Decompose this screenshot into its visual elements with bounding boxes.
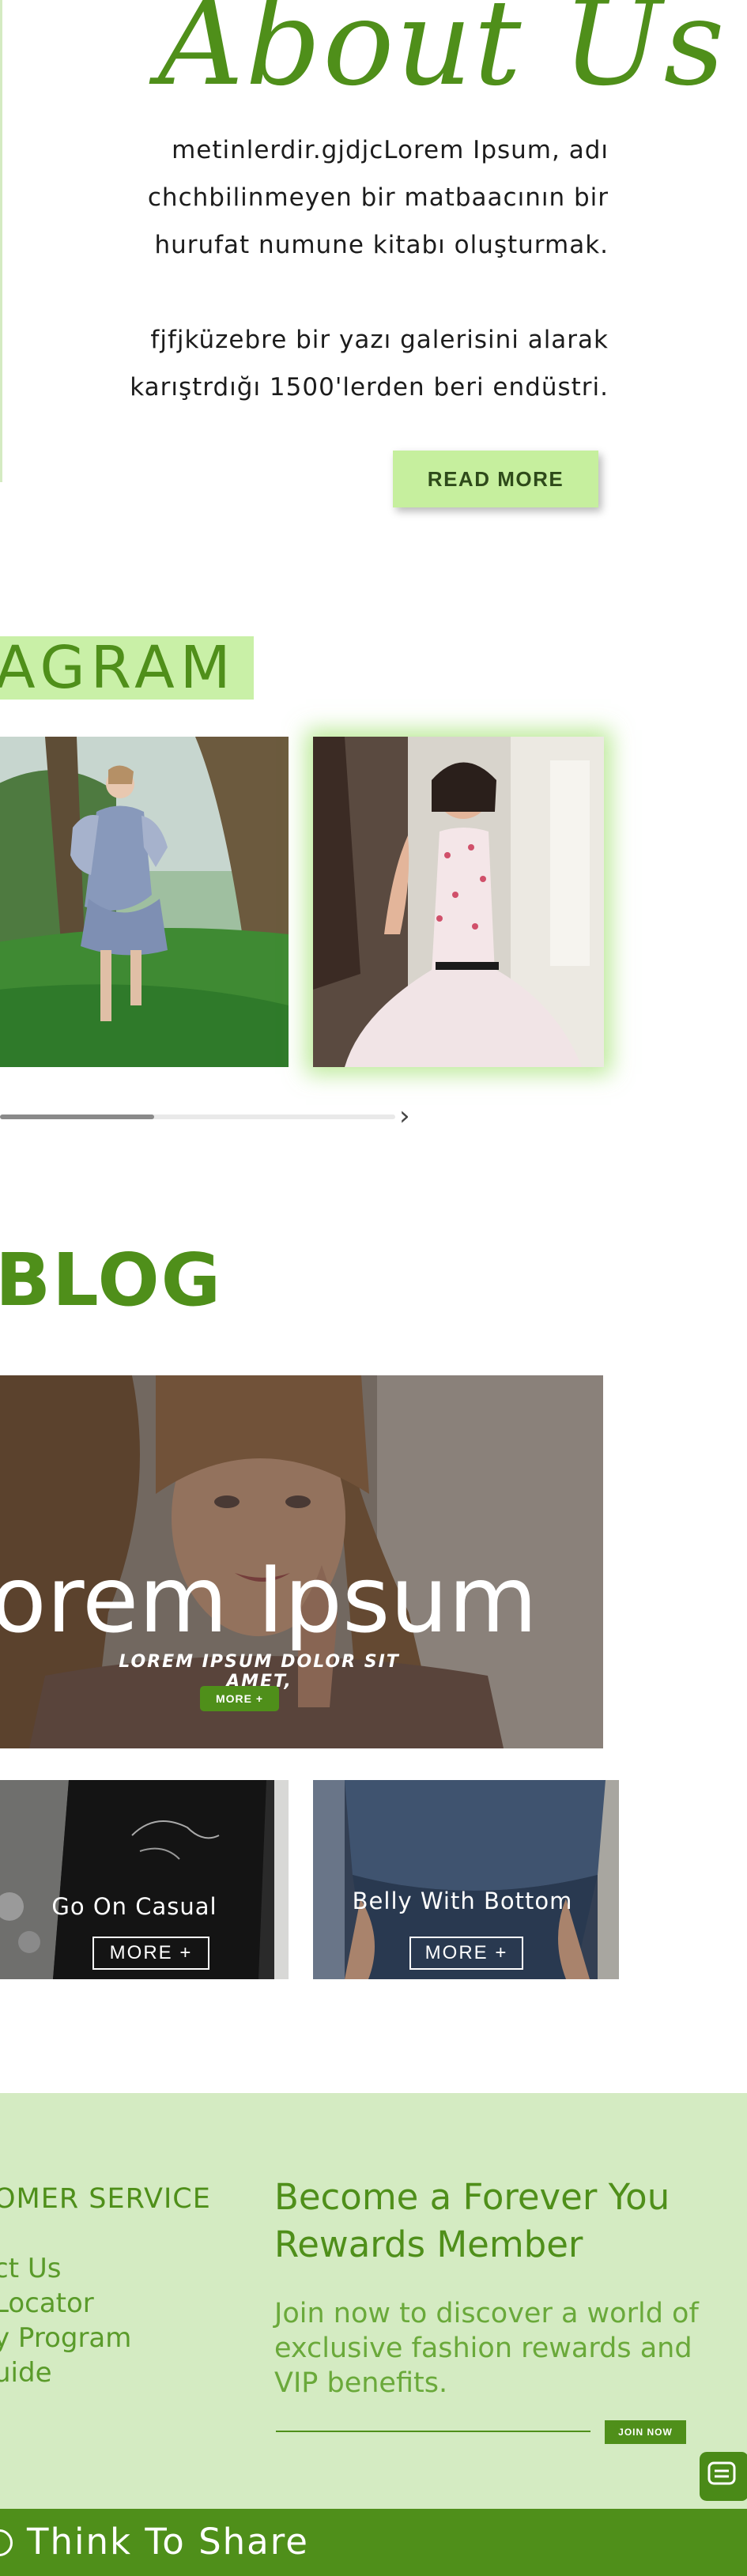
photo-1-image (0, 737, 289, 1067)
about-line-4: fjfjküzebre bir yazı galerisini alarak (150, 326, 609, 354)
customer-service-title: OMER SERVICE (0, 2183, 211, 2215)
about-line-3: hurufat numune kitabı oluşturmak. (154, 231, 609, 259)
rewards-description: Join now to discover a world of exclusiv… (274, 2298, 699, 2399)
join-now-button[interactable]: JOIN NOW (605, 2420, 686, 2444)
photo-2-image (313, 737, 604, 1067)
instagram-title: AGRAM (0, 636, 254, 700)
service-link-program[interactable]: y Program (0, 2321, 131, 2355)
carousel-scrollbar-thumb[interactable] (0, 1115, 154, 1119)
chat-icon (707, 2461, 736, 2485)
read-more-button[interactable]: READ MORE (393, 451, 598, 507)
blog-hero-more-button[interactable]: MORE + (200, 1686, 279, 1711)
blog-card-casual-title: Go On Casual (51, 1893, 217, 1920)
rewards-title: Become a Forever You Rewards Member (274, 2176, 670, 2265)
service-link-guide[interactable]: uide (0, 2355, 52, 2390)
blog-card-belly-title: Belly With Bottom (352, 1888, 573, 1914)
instagram-photo-1[interactable] (0, 737, 289, 1067)
blog-card-casual-more-button[interactable]: MORE + (92, 1937, 209, 1970)
instagram-photo-2[interactable] (313, 737, 604, 1067)
chevron-right-icon[interactable]: › (399, 1100, 410, 1132)
share-label[interactable]: Think To Share (27, 2518, 309, 2566)
blog-card-belly-more-button[interactable]: MORE + (409, 1937, 523, 1970)
blog-hero-title: orem Ipsum (0, 1547, 538, 1654)
about-line-2: chchbilinmeyen bir matbaacının bir (147, 183, 609, 212)
service-link-locator[interactable]: Locator (0, 2286, 94, 2321)
blog-title: BLOG (0, 1238, 223, 1322)
about-line-1: metinlerdir.gjdjcLorem Ipsum, adı (172, 136, 609, 164)
chat-button[interactable] (697, 2450, 747, 2503)
about-line-5: karıştrdığı 1500'lerden beri endüstri. (130, 373, 609, 402)
left-edge-bar (0, 0, 2, 482)
about-title: About Us (158, 0, 726, 112)
service-link-contact[interactable]: ct Us (0, 2251, 61, 2286)
email-input-underline[interactable] (276, 2431, 590, 2432)
